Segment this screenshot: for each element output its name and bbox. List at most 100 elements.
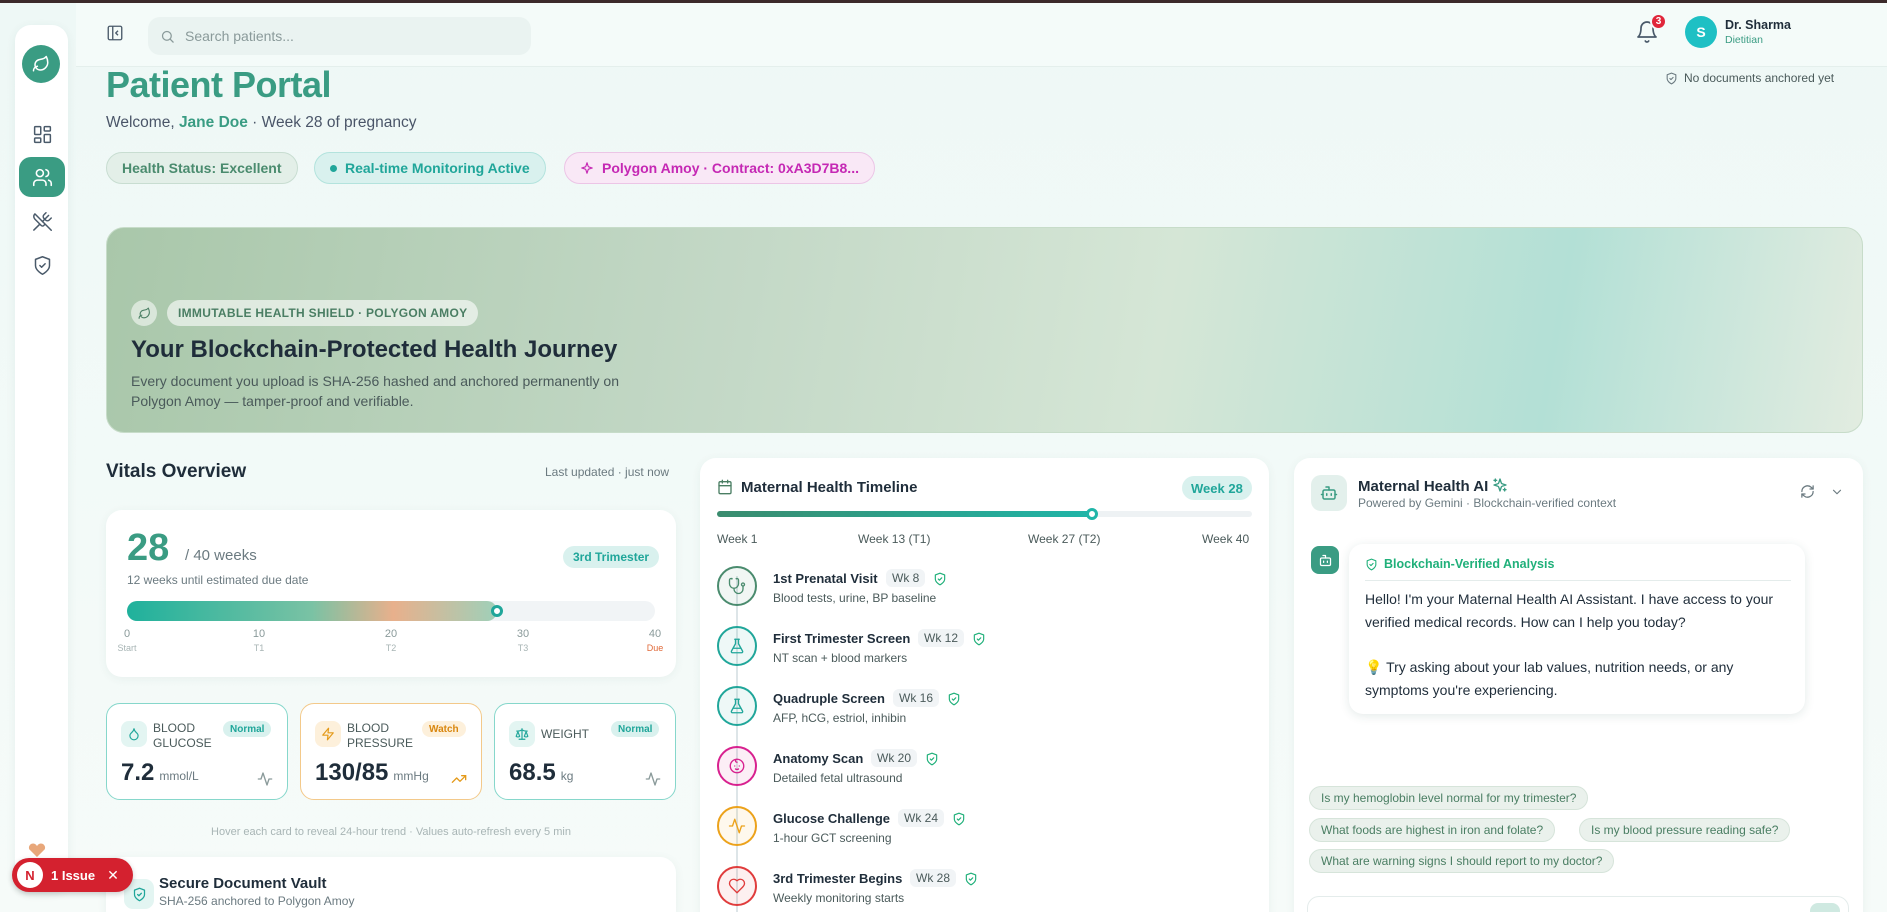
timeline-item-description: NT scan + blood markers [773,651,908,665]
vital-label: BLOOD GLUCOSE [153,721,212,750]
refresh-icon[interactable] [1800,484,1815,499]
zap-icon [315,721,341,747]
timeline-label: Week 40 [1202,532,1250,546]
timeline-item-week: Wk 20 [871,749,918,767]
timeline-item-description: Blood tests, urine, BP baseline [773,591,937,605]
vitals-updated: Last updated · just now [545,465,670,479]
user-avatar[interactable]: S [1685,16,1717,48]
trending-up-icon [451,771,467,787]
total-weeks: / 40 weeks [185,547,257,564]
blood-glucose-card[interactable]: BLOOD GLUCOSE Normal 7.2 mmol/L [106,703,288,800]
vital-number: 68.5 [509,759,556,786]
monitoring-status-pill: Real-time Monitoring Active [314,152,546,184]
sidebar-item-patients[interactable] [19,157,65,197]
sidebar-item-nutrition[interactable] [19,201,65,241]
pregnancy-week-card: 28 / 40 weeks 3rd Trimester 12 weeks unt… [106,510,676,677]
shield-check-icon [1666,72,1677,84]
close-icon[interactable]: ✕ [107,867,119,884]
monitoring-status-text: Real-time Monitoring Active [345,160,530,176]
progress-tick-sublabel: Start [117,643,137,653]
sidebar-toggle-icon[interactable] [106,24,124,42]
sidebar-item-dashboard[interactable] [19,114,65,154]
droplet-icon [121,721,147,747]
ai-tip-text: 💡 Try asking about your lab values, nutr… [1365,659,1734,698]
timeline-item[interactable]: 1st Prenatal Visit Wk 8 Blood tests, urine… [717,566,1247,616]
vital-status-badge: Watch [422,721,466,737]
verified-analysis-text: Blockchain-Verified Analysis [1384,557,1555,571]
timeline-progress-bar [717,508,1252,520]
suggestion-chip[interactable]: Is my blood pressure reading safe? [1579,818,1791,842]
bot-icon [1311,546,1339,574]
timeline-item[interactable]: Anatomy Scan Wk 20 Detailed fetal ultrasou… [717,746,1247,796]
welcome-line: Welcome, Jane Doe · Week 28 of pregnancy [106,114,416,132]
contract-pill[interactable]: Polygon Amoy · Contract: 0xA3D7B8... [564,152,875,184]
utensils-icon [32,211,52,231]
vital-value: 130/85 mmHg [315,759,429,787]
suggestion-chip[interactable]: What are warning signs I should report t… [1309,849,1615,873]
notification-count-badge: 3 [1650,13,1667,30]
timeline-progress-fill [717,511,1092,517]
verified-analysis-label: Blockchain-Verified Analysis [1365,557,1554,571]
timeline-item-name: Anatomy Scan [773,751,864,766]
app-logo-leaf-icon[interactable] [22,45,60,83]
vital-value: 7.2 mmol/L [121,759,199,787]
vital-number: 7.2 [121,759,155,786]
hero-title: Your Blockchain-Protected Health Journey [131,336,618,363]
timeline-item-name: First Trimester Screen [773,631,911,646]
search-input[interactable] [185,28,505,44]
hero-tag: IMMUTABLE HEALTH SHIELD · POLYGON AMOY [167,300,479,326]
sparkles-icon [581,162,593,174]
issues-indicator[interactable]: N 1 Issue ✕ [12,858,133,892]
verified-check-icon [947,692,961,706]
timeline-item-week: Wk 24 [898,809,945,827]
hero-description: Every document you upload is SHA-256 has… [131,373,619,409]
pregnancy-progress-fill [127,601,497,621]
send-button[interactable] [1810,903,1840,912]
timeline-progress-knob [1085,508,1098,520]
timeline-item-description: 1-hour GCT screening [773,831,892,845]
weight-card[interactable]: WEIGHT Normal 68.5 kg [494,703,676,800]
user-name: Dr. Sharma [1725,18,1792,32]
welcome-prefix: Welcome, [106,114,179,131]
ai-subtitle: Powered by Gemini · Blockchain-verified … [1358,496,1617,510]
timeline-label: Week 27 (T2) [1028,532,1101,546]
progress-tick-sublabel: T2 [385,643,397,653]
progress-tick-sublabel: T3 [517,643,529,653]
timeline-item[interactable]: 3rd Trimester Begins Wk 28 Weekly monitori… [717,866,1247,912]
top-bar [76,3,1887,67]
scale-icon [509,721,535,747]
timeline-item-description: Weekly monitoring starts [773,891,905,905]
suggestion-chip[interactable]: What foods are highest in iron and folat… [1309,818,1556,842]
anchor-status: No documents anchored yet [1665,71,1834,85]
flask-icon [717,686,757,726]
timeline-item[interactable]: Quadruple Screen Wk 16 AFP, hCG, estriol, … [717,686,1247,736]
timeline-item-week: Wk 12 [918,629,965,647]
vital-status-badge: Normal [611,721,660,737]
sidebar-item-security[interactable] [19,245,65,285]
activity-trend-icon [645,771,661,787]
stethoscope-icon [717,566,757,606]
ai-message-text: Hello! I'm your Maternal Health AI Assis… [1365,591,1774,630]
vital-value: 68.5 kg [509,759,573,787]
blood-pressure-card[interactable]: BLOOD PRESSURE Watch 130/85 mmHg [300,703,482,800]
document-vault-card[interactable]: Secure Document Vault SHA-256 anchored t… [106,857,676,912]
heart-icon [717,866,757,906]
timeline-week-badge: Week 28 [1182,476,1252,500]
timeline-item-name: Glucose Challenge [773,811,891,826]
patient-name: Jane Doe [178,114,248,131]
issue-logo: N [17,862,43,888]
ai-message-bubble: Blockchain-Verified Analysis Hello! I'm … [1349,544,1805,714]
timeline-item[interactable]: Glucose Challenge Wk 24 1-hour GCT screeni… [717,806,1247,856]
chat-input[interactable] [1307,896,1849,912]
live-dot-icon [330,164,337,172]
sparkles-icon [1493,478,1507,492]
search-box[interactable] [148,17,531,55]
progress-tick-label: 20 [384,628,398,640]
chevron-down-icon[interactable] [1830,485,1844,499]
suggestion-chip[interactable]: Is my hemoglobin level normal for my tri… [1309,786,1589,810]
timeline-item[interactable]: First Trimester Screen Wk 12 NT scan + blo… [717,626,1247,676]
divider [1365,580,1791,581]
verified-check-icon [972,632,986,646]
progress-tick-label: 40 [648,628,662,640]
progress-tick-sublabel: T1 [253,643,265,653]
